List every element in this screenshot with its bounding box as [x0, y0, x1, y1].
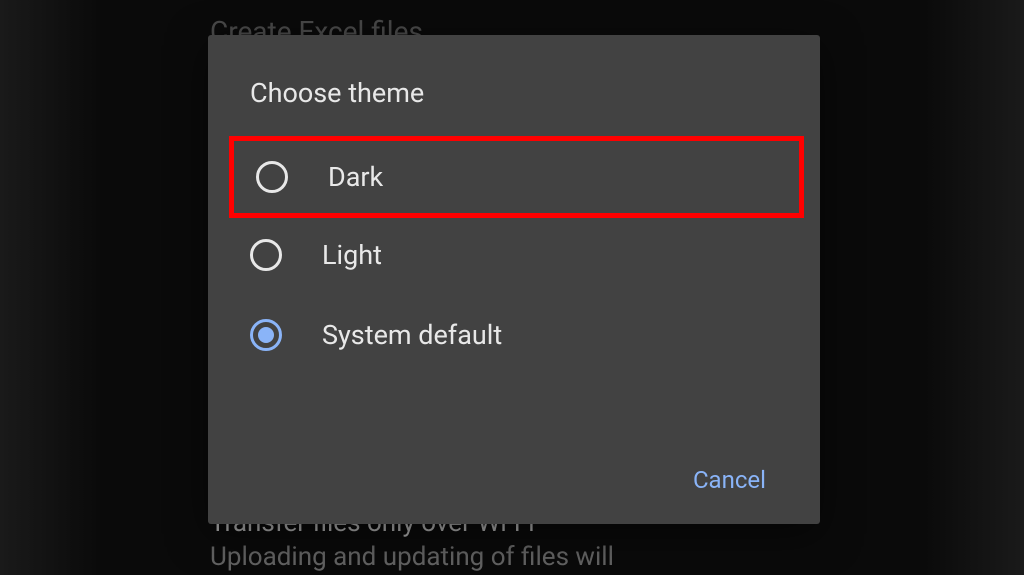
- radio-unselected-icon: [256, 161, 288, 193]
- radio-inner-dot: [258, 327, 274, 343]
- background-line-2: Uploading and updating of files will: [210, 541, 614, 575]
- dialog-actions: Cancel: [681, 458, 778, 502]
- theme-option-light[interactable]: Light: [208, 215, 820, 295]
- theme-options-list: Dark Light System default: [208, 139, 820, 375]
- theme-option-system-default[interactable]: System default: [208, 295, 820, 375]
- dialog-title: Choose theme: [208, 65, 820, 139]
- theme-option-label: System default: [322, 319, 502, 351]
- theme-dialog: Choose theme Dark Light System default C…: [208, 35, 820, 524]
- vignette-right: [924, 0, 1024, 575]
- theme-option-dark[interactable]: Dark: [229, 136, 804, 218]
- cancel-button[interactable]: Cancel: [681, 458, 778, 502]
- radio-selected-icon: [250, 319, 282, 351]
- theme-option-label: Light: [322, 239, 382, 271]
- vignette-left: [0, 0, 100, 575]
- theme-option-label: Dark: [328, 161, 383, 193]
- radio-unselected-icon: [250, 239, 282, 271]
